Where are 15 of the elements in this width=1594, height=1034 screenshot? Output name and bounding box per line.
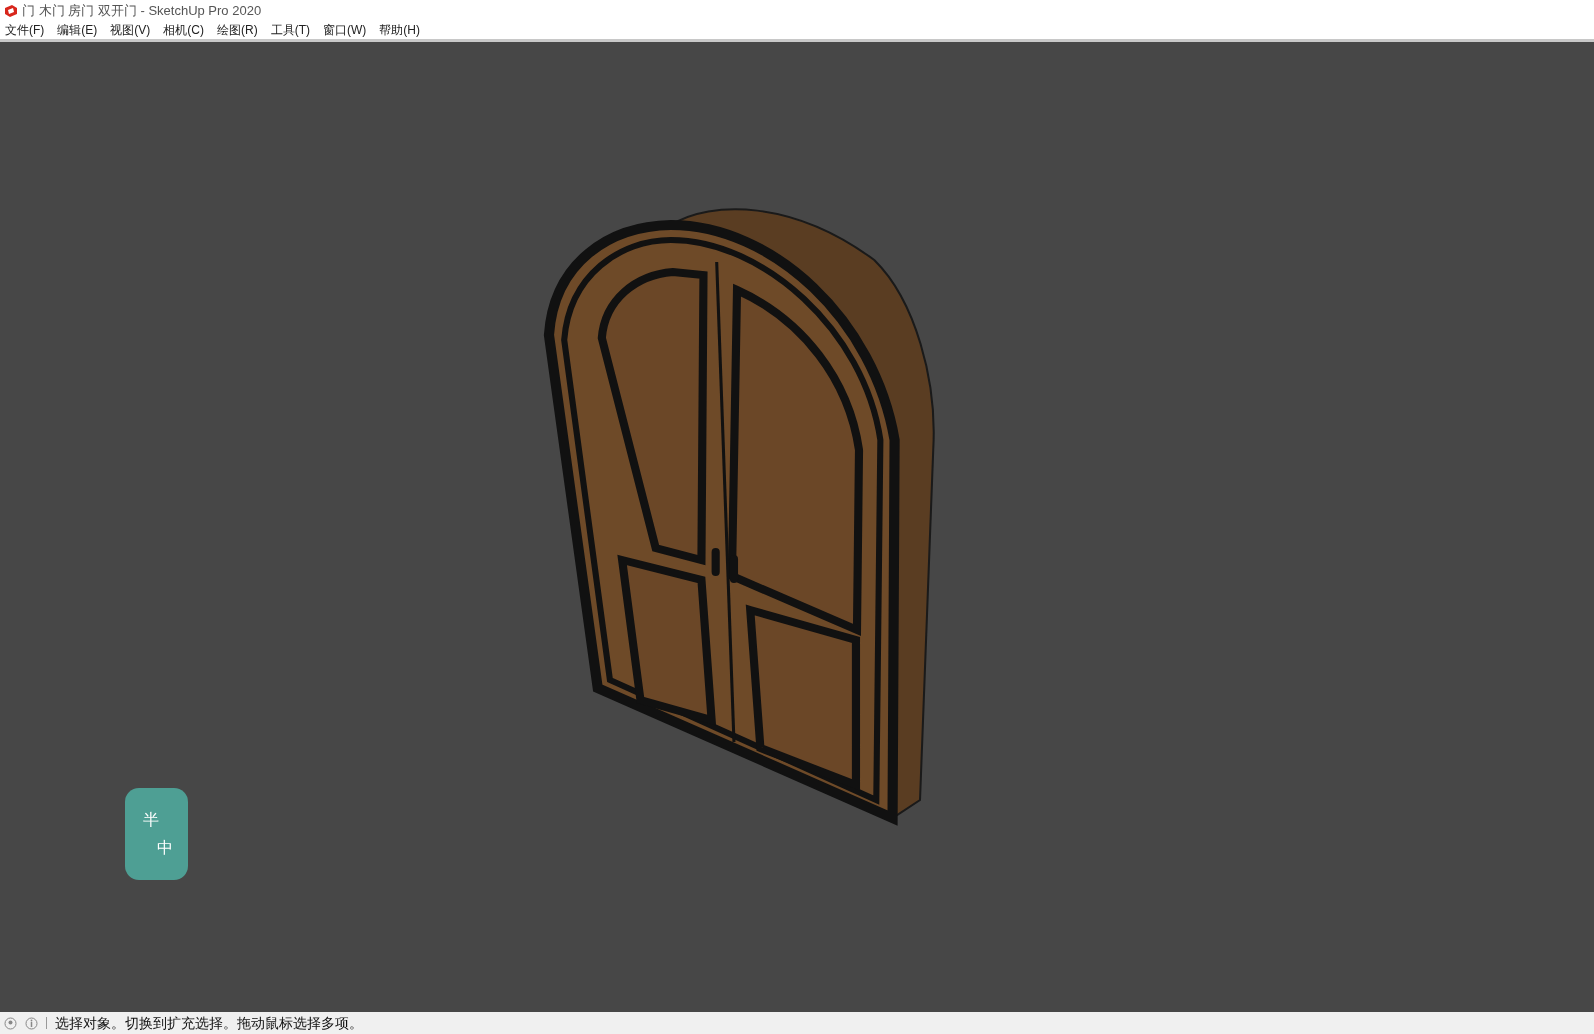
menu-item[interactable]: 相机(C) <box>163 21 204 39</box>
ime-width-mode: 半 <box>142 810 159 830</box>
menu-item[interactable]: 工具(T) <box>270 21 310 39</box>
app-logo-icon <box>4 3 18 18</box>
menu-item[interactable]: 编辑(E) <box>57 21 98 39</box>
menu-item[interactable]: 帮助(H) <box>379 21 420 39</box>
ime-language: 中 <box>156 838 173 858</box>
menu-item[interactable]: 视图(V) <box>110 21 151 39</box>
status-message: 选择对象。切换到扩充选择。拖动鼠标选择多项。 <box>55 1013 363 1033</box>
window-title: 门 木门 房门 双开门 - SketchUp Pro 2020 <box>22 1 262 20</box>
geo-location-icon[interactable] <box>4 1016 17 1030</box>
menu-item[interactable]: 窗口(W) <box>323 21 367 39</box>
menu-item[interactable]: 文件(F) <box>5 21 45 39</box>
info-icon[interactable] <box>25 1016 38 1030</box>
menu-item[interactable]: 绘图(R) <box>217 21 258 39</box>
